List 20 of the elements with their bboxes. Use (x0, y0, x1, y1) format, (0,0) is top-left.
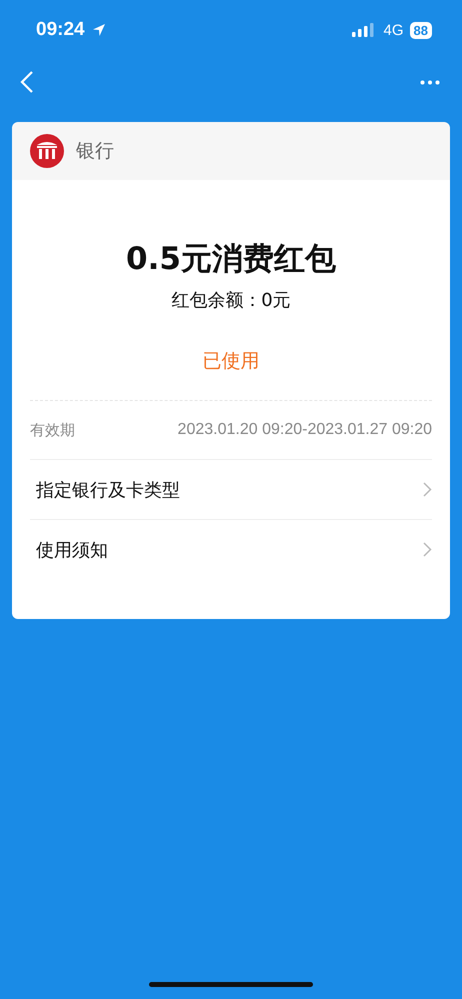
validity-period: 2023.01.20 09:20-2023.01.27 09:20 (178, 421, 432, 439)
link-label: 使用须知 (36, 538, 108, 562)
link-label: 指定银行及卡类型 (36, 478, 180, 502)
bank-logo-icon (30, 134, 64, 168)
chevron-icon (423, 542, 432, 557)
status-time: 09:24 (36, 19, 85, 41)
validity-label: 有效期 (30, 420, 75, 440)
battery-level: 88 (410, 22, 432, 38)
status-text: 已使用 (30, 348, 432, 401)
bank-name: 银行 (76, 139, 114, 164)
link-row[interactable]: 指定银行及卡类型 (30, 460, 432, 520)
back-icon[interactable] (20, 70, 34, 94)
coupon-title: 0.5元消费红包 (125, 240, 337, 279)
signal-icon (352, 23, 374, 37)
link-row[interactable]: 使用须知 (30, 520, 432, 579)
more-icon[interactable] (420, 80, 440, 84)
balance-text: 红包余额：0元 (170, 289, 292, 312)
location-arrow-icon (90, 22, 107, 38)
network-label: 4G (384, 22, 404, 38)
chevron-icon (423, 482, 432, 497)
